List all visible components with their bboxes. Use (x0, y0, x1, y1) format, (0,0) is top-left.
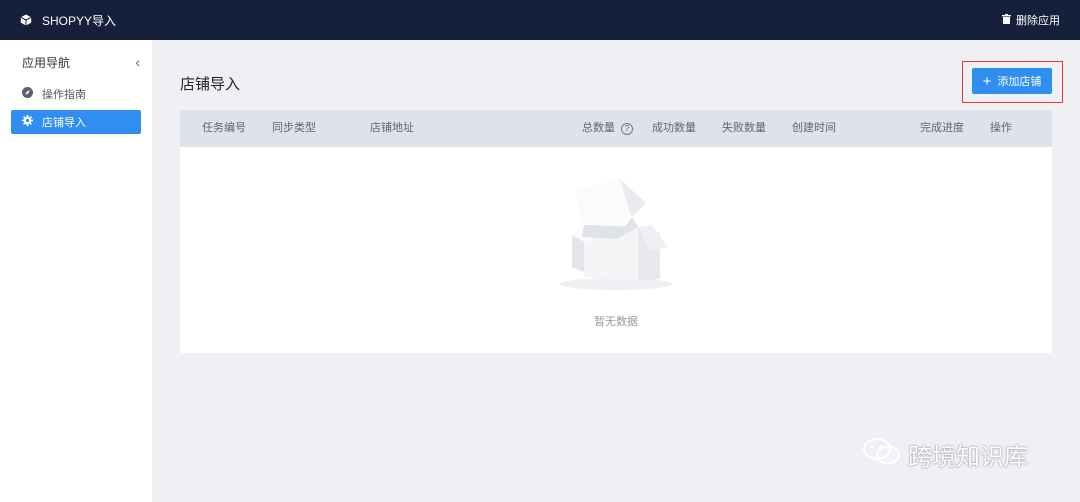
sidebar-item-label: 店铺导入 (42, 117, 86, 129)
column-header-total: 总数量 ? (582, 110, 633, 147)
add-store-button[interactable]: + 添加店铺 (972, 68, 1052, 94)
wechat-icon (862, 436, 902, 473)
empty-state: 暂无数据 (180, 147, 1052, 353)
top-bar: SHOPYY导入 删除应用 (0, 0, 1080, 40)
add-store-label: 添加店铺 (997, 76, 1042, 88)
app-brand: SHOPYY导入 (20, 12, 116, 29)
empty-box-icon (560, 179, 672, 290)
trash-icon (1002, 13, 1011, 27)
table-header: 任务编号 同步类型 店铺地址 总数量 ? 成功数量 失败数量 创建时间 完成进度… (180, 110, 1052, 147)
sidebar-heading: 应用导航 (22, 55, 71, 70)
plus-icon: + (982, 72, 992, 90)
watermark-text: 跨境知识库 (908, 444, 1028, 471)
delete-app-button[interactable]: 删除应用 (1002, 12, 1060, 28)
help-icon[interactable]: ? (621, 122, 633, 135)
gear-icon (22, 115, 33, 129)
column-header-sync-type: 同步类型 (272, 122, 316, 134)
sidebar-item-guide[interactable]: 操作指南 (11, 82, 141, 106)
sidebar-item-store-import[interactable]: 店铺导入 (11, 110, 141, 134)
store-table: 任务编号 同步类型 店铺地址 总数量 ? 成功数量 失败数量 创建时间 完成进度… (180, 110, 1052, 353)
compass-icon (22, 87, 33, 101)
cube-icon (20, 14, 32, 26)
column-header-task-id: 任务编号 (202, 122, 246, 134)
main-content: 店铺导入 + 添加店铺 任务编号 同步类型 店铺地址 总数量 ? 成功数量 失败… (152, 40, 1080, 502)
app-title: SHOPYY导入 (42, 13, 117, 28)
watermark: 跨境知识库 (862, 436, 1028, 473)
column-header-progress: 完成进度 (920, 122, 964, 134)
empty-state-text: 暂无数据 (594, 316, 638, 328)
column-header-store-url: 店铺地址 (370, 122, 414, 134)
delete-app-label: 删除应用 (1016, 15, 1060, 27)
sidebar: 应用导航 ‹ 操作指南 店铺导入 (0, 40, 152, 502)
collapse-chevron-icon[interactable]: ‹ (135, 54, 140, 70)
column-header-success: 成功数量 (652, 122, 696, 134)
column-header-created-time: 创建时间 (792, 122, 836, 134)
sidebar-header: 应用导航 ‹ (0, 52, 152, 72)
column-header-actions: 操作 (990, 122, 1012, 134)
sidebar-item-label: 操作指南 (42, 89, 86, 101)
page-title: 店铺导入 (180, 76, 241, 93)
column-header-failed: 失败数量 (722, 122, 766, 134)
